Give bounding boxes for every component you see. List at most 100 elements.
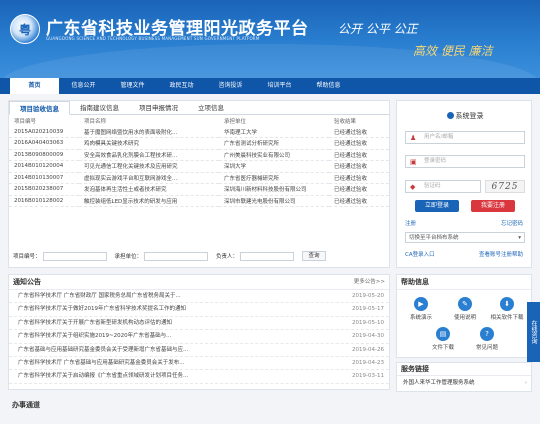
login-button[interactable]: 立即登录 — [415, 200, 459, 212]
notice-text[interactable]: 广东省科学技术厅 广东省基础与应用基础研究基金委员会关于发布... — [18, 360, 185, 366]
chevron-down-icon: ▾ — [518, 235, 521, 241]
list-item[interactable]: 广东省科学技术厅关于组织实施2019~2020年广东省基础与... 2019-04… — [9, 330, 389, 344]
cell-code: 2014B010130007 — [9, 172, 79, 184]
notice-text[interactable]: 广东省科学技术厅关于启动编报《广东省重点领域研发计划项目任务... — [18, 373, 188, 379]
notice-date: 2019-03-11 — [349, 370, 384, 383]
table-row[interactable]: 2013B090800009 安全高效食品乳化剂膜合工程技术研... 广州美晨科技实… — [9, 149, 389, 161]
online-consult-tab[interactable]: 在线咨询 — [527, 302, 540, 362]
cell-result: 已经通过验收 — [329, 137, 389, 150]
list-item[interactable]: 广东省科学技术厅 广东省财政厅 国家税务总局广东省税务局关于... 2019-05… — [9, 290, 389, 304]
cell-code: 2014B010120004 — [9, 160, 79, 173]
forgot-password-link[interactable]: 忘记密码 — [501, 219, 523, 227]
captcha-placeholder: 验证码 — [424, 183, 441, 189]
table-row[interactable]: 2014B010120004 可见光通信工程化关键技术及应用研究 深圳大学 已经通过验… — [9, 160, 389, 173]
shield-icon: ◆ — [410, 183, 416, 191]
captcha-image[interactable]: 6725 — [485, 180, 525, 193]
list-item[interactable]: 广东省科学技术厅关于开展广东省新型研发机构动态评估的通知 2019-05-10 — [9, 316, 389, 331]
cell-name[interactable]: 发泡基体再生活性土或者技术研究 — [79, 183, 219, 196]
cell-name[interactable]: 基于魔图网络暨饮用水的表面吸附化... — [79, 126, 219, 138]
help-demo[interactable]: ▶ 系统演示 — [401, 297, 441, 321]
help-label: 相关软件下载 — [490, 315, 524, 321]
help-label: 系统演示 — [409, 315, 432, 321]
cell-name[interactable]: 可见光通信工程化关键技术及应用研究 — [79, 160, 219, 173]
help-grid: ▶ 系统演示 ✎ 使用说明 ⬇ 相关软件下载 ▤ 文件下载 ? 常见问题 — [397, 291, 533, 367]
cell-name[interactable]: 安全高效食品乳化剂膜合工程技术研... — [79, 149, 219, 161]
nav-item-training[interactable]: 培训平台 — [255, 78, 304, 94]
cell-name[interactable]: 虚拟现实云游戏平台和互联网游戏全... — [79, 172, 219, 184]
cell-result: 已经通过验收 — [329, 160, 389, 173]
project-table: 项目编号 项目名称 承担单位 验收结果 2015A020210039 基于魔图网络… — [9, 115, 389, 207]
help-manual[interactable]: ✎ 使用说明 — [445, 297, 485, 321]
notice-more-link[interactable]: 更多公告>> — [354, 275, 385, 290]
notice-date: 2019-05-10 — [349, 316, 384, 330]
password-field[interactable]: ▣ 登录密码 — [405, 155, 525, 168]
notice-date: 2019-04-30 — [349, 330, 384, 343]
notice-text[interactable]: 广东省科学技术厅关于做好2019年广东省科学技术奖提名工作的通知 — [18, 306, 186, 312]
cell-unit: 深圳海川新材料科技股份有限公司 — [219, 183, 329, 196]
project-code-input[interactable] — [42, 251, 107, 261]
help-section: 帮助信息 ▶ 系统演示 ✎ 使用说明 ⬇ 相关软件下载 ▤ 文件下载 ? 常见问题 — [396, 274, 532, 358]
cell-name[interactable]: 鸡肉模具关键技术研究 — [79, 137, 219, 150]
login-title-text: 系统登录 — [455, 112, 484, 120]
notice-text[interactable]: 广东省科学技术厅关于开展广东省新型研发机构动态评估的通知 — [18, 320, 172, 326]
register-help-link[interactable]: 查看账号注册帮助 — [479, 250, 523, 258]
person-input[interactable] — [240, 251, 295, 261]
project-panel: 项目验收信息 指南建议信息 项目申报情况 立项信息 项目编号 项目名称 承担单位… — [8, 100, 390, 268]
nav-item-help[interactable]: 帮助信息 — [304, 78, 353, 94]
service-link-foreigner[interactable]: 外国人来华工作管理服务系统 › — [397, 376, 531, 391]
username-field[interactable]: ♟ 用户名/邮箱 — [405, 131, 525, 144]
register-link[interactable]: 注册 — [405, 219, 416, 227]
tab-approval[interactable]: 立项信息 — [188, 101, 234, 114]
nav-item-info[interactable]: 信息公开 — [59, 78, 108, 94]
slogan-line1: 公开 公平 公正 — [338, 22, 418, 36]
tab-application[interactable]: 项目申报情况 — [129, 101, 188, 114]
table-row[interactable]: 2014B010130007 虚拟现实云游戏平台和互联网游戏全... 广东省医疗器械… — [9, 172, 389, 184]
help-files[interactable]: ▤ 文件下载 — [423, 327, 463, 351]
help-faq[interactable]: ? 常见问题 — [467, 327, 507, 351]
cell-name[interactable]: 触控装组低LED显示技术的研发与应用 — [79, 195, 219, 207]
notice-text[interactable]: 广东省科学技术厅关于组织实施2019~2020年广东省基础与... — [18, 333, 171, 339]
cell-result: 已经通过验收 — [329, 149, 389, 161]
notice-date: 2019-05-17 — [349, 303, 384, 316]
file-icon: ▤ — [436, 327, 450, 341]
question-icon: ? — [480, 327, 494, 341]
project-filter: 项目编号： 承担单位： 负责人： 查询 — [13, 251, 327, 261]
ca-login-link[interactable]: CA登录入口 — [405, 250, 435, 258]
nav-item-interaction[interactable]: 政民互动 — [157, 78, 206, 94]
notice-date: 2019-04-23 — [349, 356, 384, 370]
table-row[interactable]: 2015A020210039 基于魔图网络暨饮用水的表面吸附化... 华南理工大学已… — [9, 126, 389, 138]
notice-date: 2019-05-20 — [349, 290, 384, 303]
lock-icon: ▣ — [410, 158, 417, 166]
tab-guide[interactable]: 指南建议信息 — [70, 101, 129, 114]
cell-code: 2013B090800009 — [9, 149, 79, 161]
help-label: 文件下载 — [431, 345, 454, 351]
list-item[interactable]: 广东省科学技术厅关于做好2019年广东省科学技术奖提名工作的通知 2019-05-… — [9, 303, 389, 317]
notice-text[interactable]: 广东省科学技术厅 广东省财政厅 国家税务总局广东省税务局关于... — [18, 293, 181, 299]
unit-input[interactable] — [144, 251, 209, 261]
cell-code: 2015B020238007 — [9, 183, 79, 196]
site-header: 粤 广东省科技业务管理阳光政务平台 GUANGDONG SCIENCE AND … — [0, 0, 540, 78]
chevron-right-icon: › — [524, 380, 527, 386]
help-software[interactable]: ⬇ 相关软件下载 — [487, 297, 527, 321]
list-item[interactable]: 广东省基础与应用基础研究基金委员会关于受理新增广东省基础与应... 2019-04… — [9, 343, 389, 357]
services-title-text: 服务链接 — [401, 365, 429, 373]
system-switch-select[interactable]: 切换至平台档布系统 ▾ — [405, 232, 525, 243]
site-logo-icon[interactable]: 粤 — [10, 14, 40, 44]
notice-text[interactable]: 广东省基础与应用基础研究基金委员会关于受理新增广东省基础与应... — [18, 347, 188, 353]
tab-acceptance[interactable]: 项目验收信息 — [9, 101, 70, 115]
table-row[interactable]: 2016A040403063 鸡肉模具关键技术研究 广东省测试分析研究所 已经通过验收 — [9, 137, 389, 150]
play-icon: ▶ — [414, 297, 428, 311]
nav-item-docs[interactable]: 管理文件 — [108, 78, 157, 94]
main-nav: 首页 信息公开 管理文件 政民互动 咨询投诉 培训平台 帮助信息 — [0, 78, 540, 94]
list-item[interactable]: 广东省科学技术厅 广东省基础与应用基础研究基金委员会关于发布... 2019-04… — [9, 356, 389, 371]
register-button[interactable]: 我要注册 — [471, 200, 515, 212]
table-row[interactable]: 2016B010128002 触控装组低LED显示技术的研发与应用 深圳市联建光电股… — [9, 195, 389, 207]
column-header: 验收结果 — [334, 118, 357, 125]
slogan-line2: 高效 便民 廉洁 — [413, 44, 493, 58]
query-button[interactable]: 查询 — [302, 251, 327, 261]
nav-item-consult[interactable]: 咨询投诉 — [206, 78, 255, 94]
nav-item-home[interactable]: 首页 — [10, 78, 59, 94]
captcha-field[interactable]: ◆ 验证码 — [405, 180, 481, 193]
table-row[interactable]: 2015B020238007 发泡基体再生活性土或者技术研究 深圳海川新材料科技股份… — [9, 183, 389, 196]
list-item[interactable]: 广东省科学技术厅关于启动编报《广东省重点领域研发计划项目任务... 2019-03… — [9, 370, 389, 384]
